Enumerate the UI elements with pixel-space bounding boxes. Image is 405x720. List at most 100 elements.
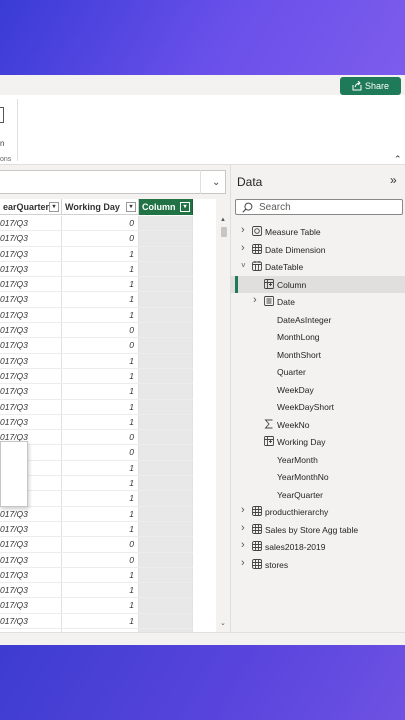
- table-row[interactable]: 017/Q31: [0, 414, 193, 431]
- table-row[interactable]: 017/Q31: [0, 476, 193, 492]
- ribbon-command-icon[interactable]: [0, 107, 4, 123]
- table-row[interactable]: 017/Q31: [0, 521, 193, 538]
- table-row[interactable]: 017/Q31: [0, 491, 193, 507]
- table-node[interactable]: › sales2018-2019: [231, 538, 405, 556]
- field-node[interactable]: YearQuarter: [231, 486, 405, 504]
- calculated-column-icon: [264, 278, 274, 289]
- table-row[interactable]: 017/Q31: [0, 506, 193, 522]
- chevron-right-icon[interactable]: ›: [241, 539, 245, 551]
- column-cell: [139, 460, 193, 476]
- table-row[interactable]: 017/Q31: [0, 261, 193, 278]
- table-node[interactable]: › stores: [231, 556, 405, 574]
- working-day-cell: 1: [62, 476, 139, 491]
- table-row[interactable]: 017/Q31: [0, 567, 193, 584]
- field-node[interactable]: WeekNo: [231, 416, 405, 434]
- table-row[interactable]: 017/Q31: [0, 307, 193, 324]
- chevron-right-icon[interactable]: ›: [241, 224, 245, 236]
- column-cell: [139, 246, 193, 261]
- node-label: MonthLong: [277, 332, 320, 342]
- table-node[interactable]: › Date Dimension: [231, 241, 405, 259]
- field-node[interactable]: Column: [231, 275, 405, 293]
- chevron-down-icon[interactable]: ˅: [241, 261, 246, 270]
- filter-dropdown-icon[interactable]: ▾: [180, 202, 190, 212]
- collapse-ribbon-icon[interactable]: ⌃: [394, 154, 402, 165]
- node-label: WeekNo: [277, 419, 310, 430]
- working-day-cell: 0: [62, 231, 139, 246]
- year-quarter-cell: 017/Q3: [0, 567, 62, 583]
- field-node[interactable]: WeekDayShort: [231, 398, 405, 416]
- working-day-cell: 1: [62, 261, 139, 277]
- node-label: stores: [265, 559, 289, 570]
- filter-dropdown-icon[interactable]: ▾: [126, 202, 136, 212]
- field-node[interactable]: YearMonthNo: [231, 468, 405, 486]
- scroll-up-icon[interactable]: ▲: [220, 217, 226, 223]
- table-row[interactable]: 017/Q31: [0, 292, 193, 308]
- field-node[interactable]: › Date: [231, 293, 405, 311]
- table-row[interactable]: 017/Q30: [0, 552, 193, 568]
- formula-bar[interactable]: [0, 170, 226, 194]
- formula-expand-icon[interactable]: ⌄: [212, 177, 220, 188]
- grid-body: 017/Q3 0 017/Q3 0 017/Q3 1 017/Q3 1 017/Q3 1 017/Q…: [0, 216, 193, 632]
- search-input[interactable]: Search: [235, 199, 403, 215]
- measure-table-icon: [252, 226, 262, 236]
- expand-pane-icon[interactable]: »: [390, 173, 397, 187]
- working-day-cell: 1: [62, 583, 139, 598]
- search-placeholder: Search: [259, 202, 291, 213]
- table-row[interactable]: 017/Q31: [0, 613, 193, 630]
- working-day-cell: 1: [62, 613, 139, 629]
- field-node[interactable]: DateAsInteger: [231, 311, 405, 329]
- table-row[interactable]: 017/Q31: [0, 598, 193, 614]
- chevron-right-icon[interactable]: ›: [241, 557, 245, 569]
- column-header[interactable]: Column ▾: [139, 199, 193, 215]
- column-header[interactable]: earQuarter ▾: [0, 199, 62, 215]
- table-row[interactable]: 017/Q31: [0, 277, 193, 293]
- ribbon-body: [0, 95, 405, 165]
- node-label: WeekDay: [277, 384, 314, 395]
- field-node[interactable]: Working Day: [231, 433, 405, 451]
- table-row[interactable]: 017/Q30: [0, 338, 193, 354]
- working-day-cell: 0: [62, 430, 139, 445]
- formula-divider: [200, 170, 201, 194]
- field-node[interactable]: MonthLong: [231, 328, 405, 346]
- grid-scrollbar[interactable]: ▲ ⌄: [218, 199, 228, 632]
- scroll-down-icon[interactable]: ⌄: [220, 619, 226, 627]
- table-row[interactable]: 017/Q30: [0, 323, 193, 339]
- chevron-right-icon[interactable]: ›: [241, 522, 245, 534]
- table-row[interactable]: 017/Q31: [0, 583, 193, 599]
- table-row[interactable]: 017/Q30: [0, 537, 193, 553]
- context-popup[interactable]: [0, 441, 28, 507]
- share-button[interactable]: Share: [340, 77, 401, 95]
- chevron-right-icon[interactable]: ›: [241, 242, 245, 254]
- table-row[interactable]: 017/Q31: [0, 399, 193, 415]
- node-label: DateTable: [265, 262, 304, 272]
- table-row[interactable]: 017/Q30: [0, 430, 193, 446]
- table-row[interactable]: 017/Q30: [0, 231, 193, 247]
- field-tree: › Measure Table › Date Dimension ˅ DateTable C…: [231, 223, 405, 573]
- table-row[interactable]: 017/Q31: [0, 353, 193, 369]
- node-label: sales2018-2019: [265, 542, 326, 552]
- table-icon: [252, 558, 262, 569]
- table-row[interactable]: 017/Q31: [0, 246, 193, 262]
- chevron-right-icon[interactable]: ›: [241, 504, 245, 516]
- table-row[interactable]: 017/Q30: [0, 445, 193, 461]
- field-node[interactable]: WeekDay: [231, 381, 405, 399]
- table-row[interactable]: 017/Q31: [0, 460, 193, 477]
- table-node[interactable]: › Measure Table: [231, 223, 405, 241]
- column-header[interactable]: Working Day ▾: [62, 199, 139, 215]
- field-node[interactable]: MonthShort: [231, 346, 405, 364]
- scrollbar-thumb[interactable]: [221, 227, 227, 237]
- table-node[interactable]: › producthierarchy: [231, 503, 405, 521]
- status-bar: [0, 632, 405, 645]
- field-node[interactable]: YearMonth: [231, 451, 405, 469]
- share-icon: [352, 81, 362, 91]
- table-row[interactable]: 017/Q31: [0, 368, 193, 385]
- table-node[interactable]: › Sales by Store Agg table: [231, 521, 405, 539]
- node-label: Working Day: [277, 437, 326, 447]
- table-row[interactable]: 017/Q30: [0, 216, 193, 232]
- table-row[interactable]: 017/Q31: [0, 384, 193, 400]
- chevron-right-icon[interactable]: ›: [253, 294, 257, 306]
- filter-dropdown-icon[interactable]: ▾: [49, 202, 59, 212]
- table-node[interactable]: ˅ DateTable: [231, 258, 405, 276]
- field-node[interactable]: Quarter: [231, 363, 405, 381]
- column-cell: [139, 323, 193, 338]
